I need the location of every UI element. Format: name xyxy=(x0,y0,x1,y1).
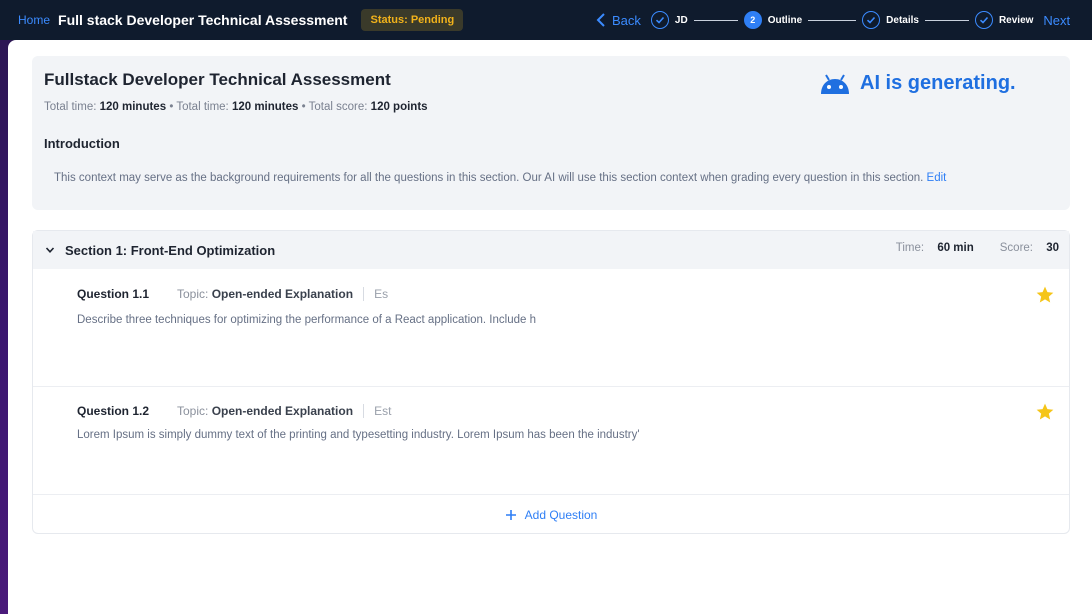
android-robot-icon xyxy=(821,73,849,94)
ai-status-text: AI is generating. xyxy=(860,72,1016,94)
question-extra: Es xyxy=(374,287,389,301)
step-connector xyxy=(808,19,857,21)
section-score: Score: 30 xyxy=(1000,242,1059,254)
add-question-label: Add Question xyxy=(524,508,598,522)
question-item[interactable]: Question 1.2 Topic: Open-ended Explanati… xyxy=(33,387,1069,495)
step-label: Review xyxy=(998,14,1034,26)
meta-value: 120 minutes xyxy=(231,101,299,113)
step-label: Details xyxy=(886,14,919,26)
step-details[interactable]: Details xyxy=(862,11,919,29)
step-connector xyxy=(924,19,969,21)
check-icon xyxy=(974,11,993,29)
topic-value: Open-ended Explanation xyxy=(211,287,354,301)
question-label: Question 1.1 xyxy=(77,287,150,301)
meta-value: 120 points xyxy=(370,101,428,113)
question-title-row: Question 1.1 Topic: Open-ended Explanati… xyxy=(77,287,388,301)
section-card: Section 1: Front-End Optimization Time: … xyxy=(32,230,1070,534)
add-question-button[interactable]: Add Question xyxy=(33,495,1069,535)
star-icon[interactable] xyxy=(1035,285,1055,310)
intro-heading: Introduction xyxy=(44,136,120,151)
question-description: Lorem Ipsum is simply dummy text of the … xyxy=(77,429,640,441)
back-label: Back xyxy=(612,12,641,28)
check-icon xyxy=(862,11,881,29)
step-label: Outline xyxy=(767,14,803,26)
step-jd[interactable]: JD xyxy=(650,11,688,29)
assessment-header-card: Fullstack Developer Technical Assessment… xyxy=(32,56,1070,210)
stepper: Back JD 2 Outline Details Review Next xyxy=(596,0,1070,40)
topic-label: Topic: xyxy=(177,287,209,301)
chevron-left-icon xyxy=(596,13,605,27)
main-content: Fullstack Developer Technical Assessment… xyxy=(8,40,1092,614)
section-title: Section 1: Front-End Optimization xyxy=(65,242,276,258)
meta-label: Total score: xyxy=(308,101,368,113)
divider xyxy=(363,287,365,301)
ai-status-banner: AI is generating. xyxy=(818,72,1016,95)
step-number: 2 xyxy=(743,11,762,29)
step-label: JD xyxy=(674,14,688,26)
intro-text: This context may serve as the background… xyxy=(54,172,946,184)
app-title: Full stack Developer Technical Assessmen… xyxy=(58,12,348,28)
step-connector xyxy=(693,19,738,21)
meta-label: Total time: xyxy=(44,101,97,113)
star-icon[interactable] xyxy=(1035,402,1055,427)
home-link[interactable]: Home xyxy=(18,13,50,27)
question-title-row: Question 1.2 Topic: Open-ended Explanati… xyxy=(77,404,391,418)
intro-body: This context may serve as the background… xyxy=(54,172,924,184)
question-topic: Topic: Open-ended Explanation xyxy=(177,404,353,418)
step-review[interactable]: Review xyxy=(974,11,1034,29)
section-header[interactable]: Section 1: Front-End Optimization Time: … xyxy=(33,231,1069,269)
meta-value: 120 minutes xyxy=(99,101,167,113)
next-button[interactable]: Next xyxy=(1043,13,1070,28)
step-outline[interactable]: 2 Outline xyxy=(743,11,803,29)
topic-label: Topic: xyxy=(177,404,209,418)
question-extra: Est xyxy=(374,404,392,418)
topic-value: Open-ended Explanation xyxy=(211,404,354,418)
check-icon xyxy=(650,11,669,29)
top-bar: Home Full stack Developer Technical Asse… xyxy=(0,0,1092,40)
meta-label: Total time: xyxy=(176,101,229,113)
question-label: Question 1.2 xyxy=(77,404,150,418)
plus-icon xyxy=(505,510,516,520)
time-label: Time: xyxy=(895,242,925,254)
section-stats: Time: 60 min Score: 30 xyxy=(896,242,1059,254)
back-button[interactable]: Back xyxy=(596,13,641,28)
time-value: 60 min xyxy=(937,242,974,254)
status-badge: Status: Pending xyxy=(361,9,464,31)
chevron-down-icon[interactable] xyxy=(45,245,55,255)
question-item[interactable]: Question 1.1 Topic: Open-ended Explanati… xyxy=(33,269,1069,387)
question-topic: Topic: Open-ended Explanation xyxy=(177,287,353,301)
page-title: Fullstack Developer Technical Assessment xyxy=(44,70,391,89)
edit-link[interactable]: Edit xyxy=(927,172,947,184)
section-time: Time: 60 min xyxy=(896,242,974,254)
assessment-meta: Total time: 120 minutes • Total time: 12… xyxy=(44,101,428,113)
divider xyxy=(363,404,365,418)
score-value: 30 xyxy=(1046,242,1059,254)
question-description: Describe three techniques for optimizing… xyxy=(77,314,536,326)
score-label: Score: xyxy=(999,242,1033,254)
